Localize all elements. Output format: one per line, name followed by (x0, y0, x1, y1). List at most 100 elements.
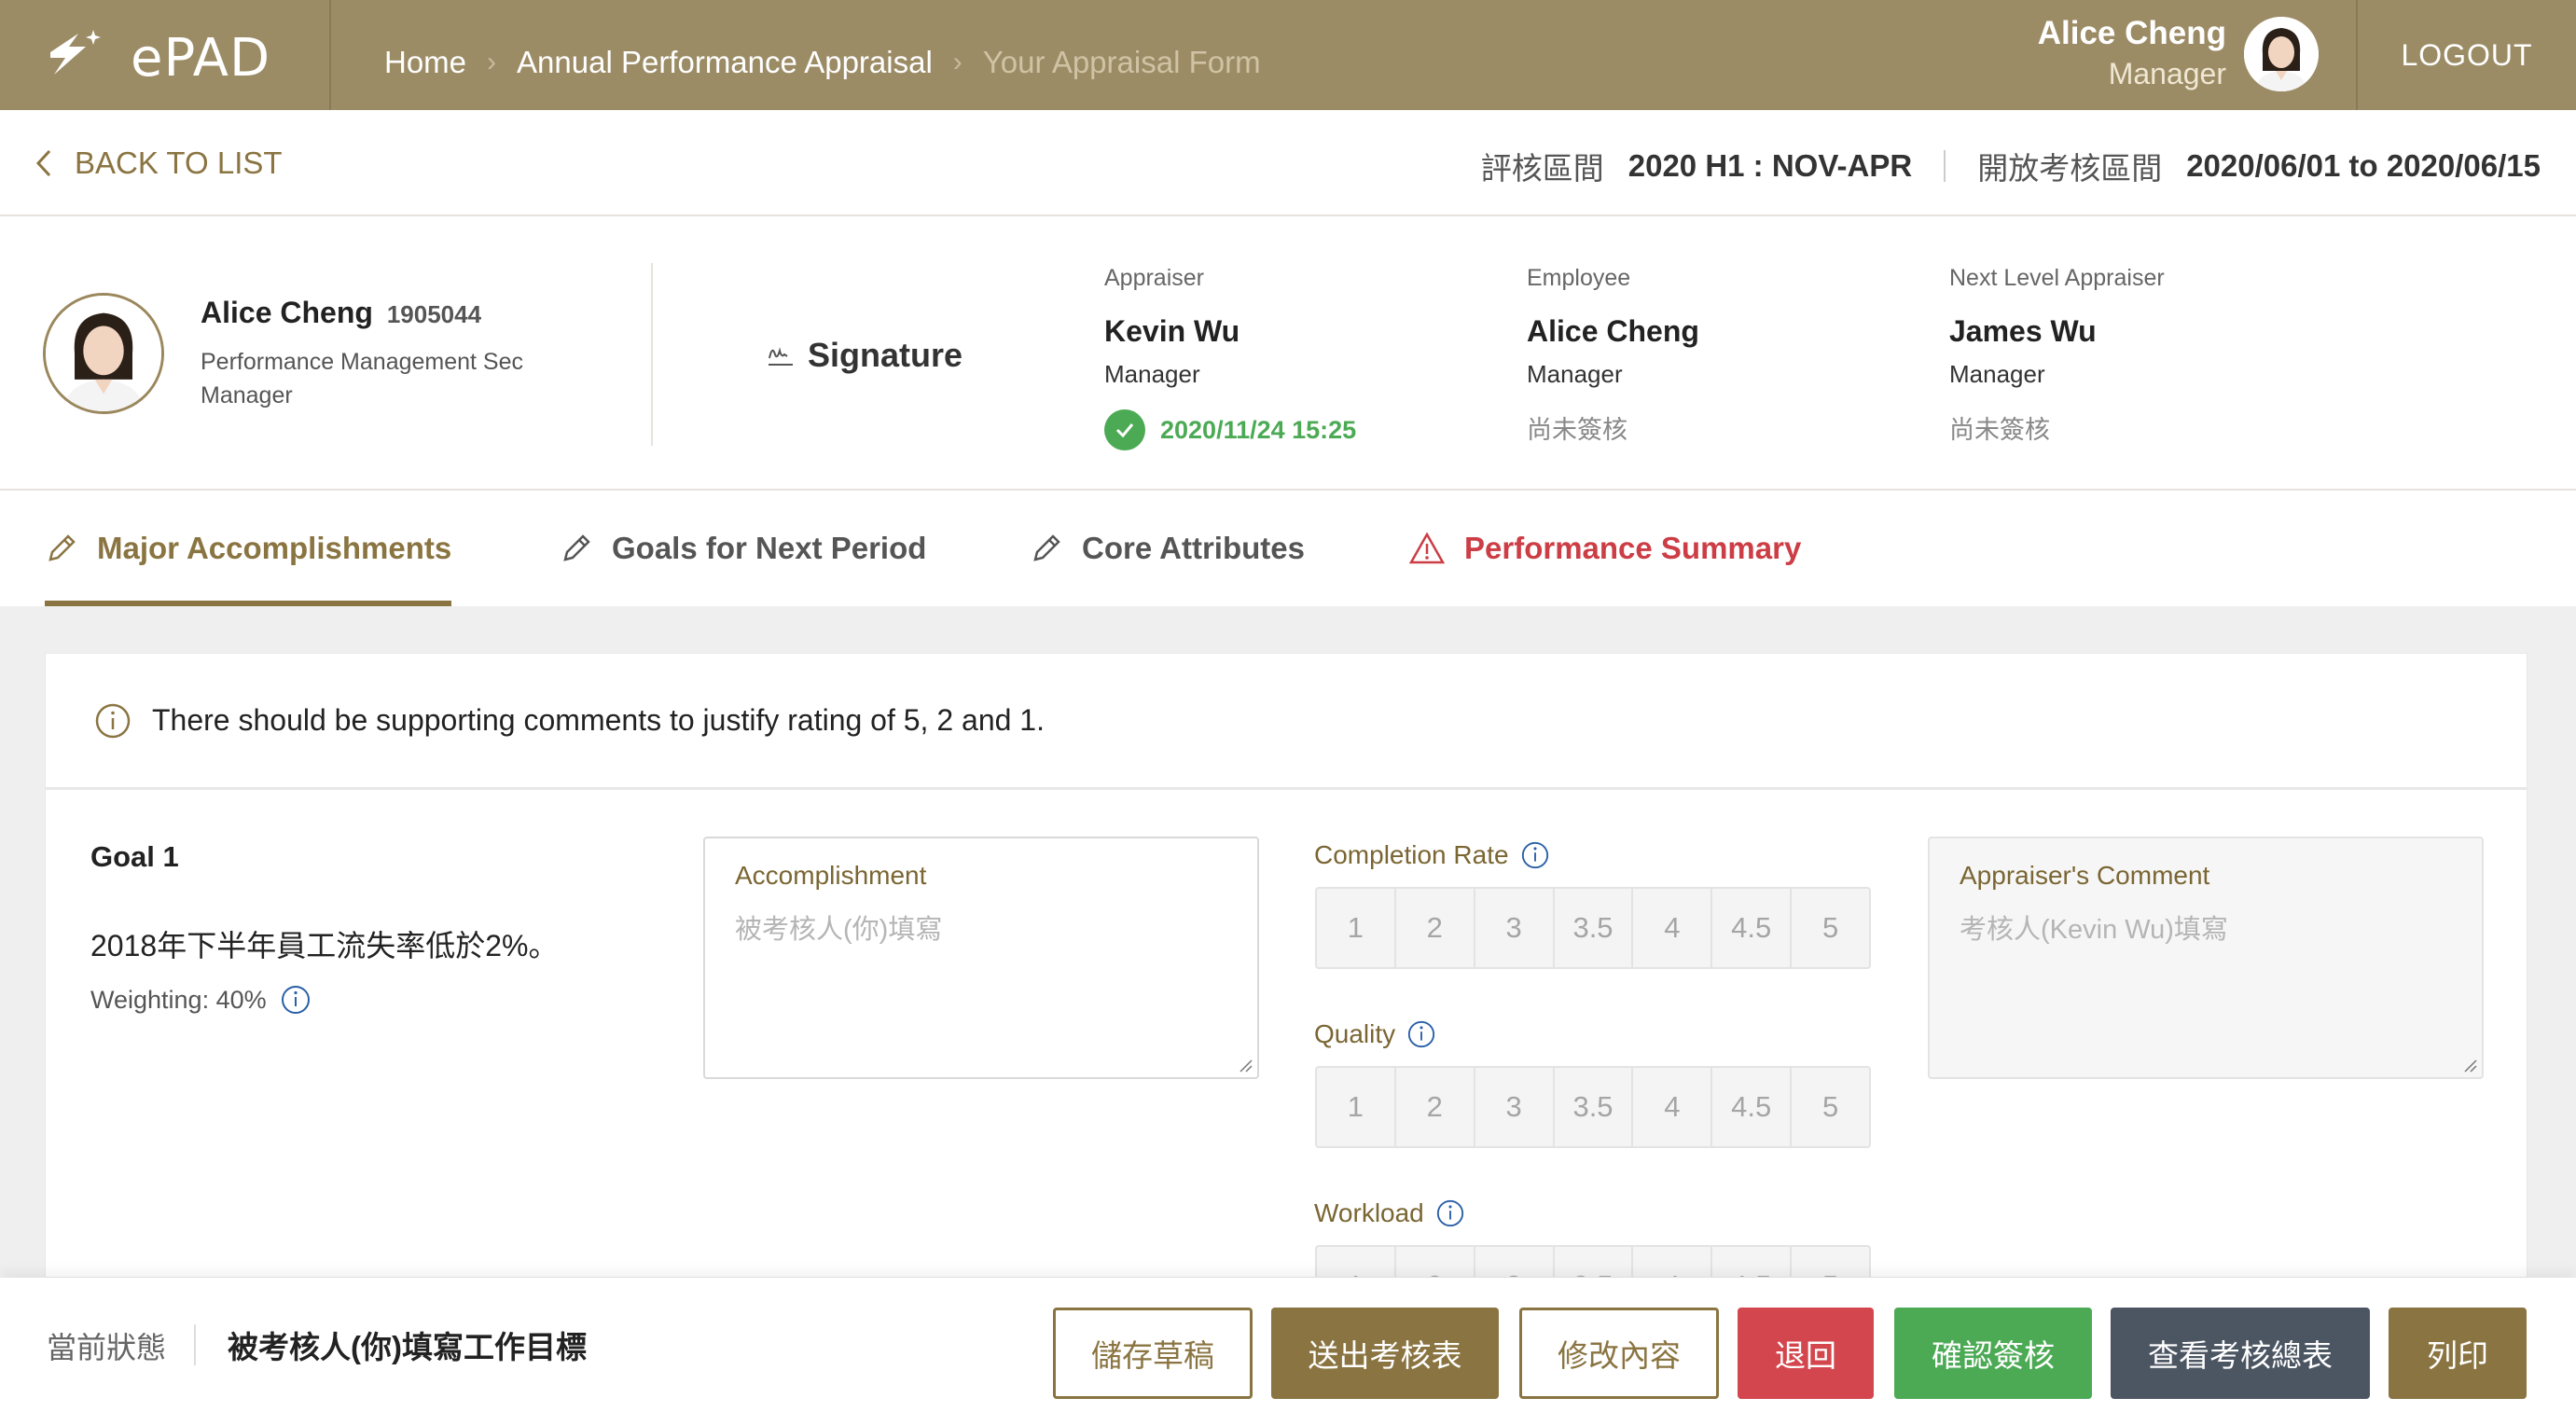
rating-option[interactable]: 4 (1633, 1068, 1713, 1146)
divider (651, 263, 653, 446)
pencil-icon (563, 534, 590, 561)
rating-option[interactable]: 4 (1633, 889, 1713, 967)
signer-role: Manager (1527, 360, 1623, 388)
signer-status: 2020/11/24 15:25 (1104, 409, 1496, 450)
rating-option[interactable]: 4.5 (1712, 889, 1793, 967)
save-draft-button[interactable]: 儲存草稿 (1053, 1308, 1253, 1399)
logo-text: ePAD (131, 28, 271, 89)
rating-label-text: Quality (1314, 1019, 1396, 1048)
edit-content-button[interactable]: 修改內容 (1519, 1308, 1719, 1399)
status-label: 當前狀態 (47, 1331, 167, 1364)
goal-card: There should be supporting comments to j… (45, 653, 2528, 1278)
profile-section: Alice Cheng 1905044 Performance Manageme… (0, 216, 2576, 491)
tab-major-accomplishments[interactable]: Major Accomplishments (45, 491, 452, 606)
employee-name: Alice Cheng (201, 296, 373, 329)
period-info: 評核區間 2020 H1 : NOV-APR 開放考核區間 2020/06/01… (1481, 144, 2541, 188)
accomplishment-label: Accomplishment (735, 861, 927, 890)
signer-name: Alice Cheng (1527, 314, 1699, 348)
rating-option[interactable]: 5 (1792, 889, 1869, 967)
user-avatar-icon (2244, 17, 2319, 91)
rating-option[interactable]: 5 (1792, 1068, 1869, 1146)
period-value: 2020 H1 : NOV-APR (1627, 148, 1913, 183)
rating-option[interactable]: 2 (1396, 889, 1475, 967)
signer-role: Manager (1949, 360, 2045, 388)
sub-header: BACK TO LIST 評核區間 2020 H1 : NOV-APR 開放考核… (0, 110, 2576, 216)
rating-option[interactable]: 1 (1317, 889, 1396, 967)
rating-option[interactable]: 2 (1396, 1068, 1475, 1146)
rating-option[interactable]: 5 (1792, 1247, 1869, 1277)
tab-performance-summary[interactable]: Performance Summary (1408, 491, 1801, 606)
view-summary-button[interactable]: 查看考核總表 (2111, 1308, 2370, 1399)
quality-selector: 1 2 3 3.5 4 4.5 5 (1315, 1066, 1871, 1148)
rating-option[interactable]: 1 (1317, 1068, 1396, 1146)
back-label: BACK TO LIST (75, 145, 283, 180)
rating-option[interactable]: 3.5 (1555, 889, 1634, 967)
breadcrumb: Home › Annual Performance Appraisal › Yo… (384, 45, 1261, 80)
info-icon[interactable] (1435, 1198, 1465, 1228)
divider (194, 1324, 196, 1365)
divider (1944, 150, 1946, 182)
user-info: Alice Cheng Manager (2038, 13, 2226, 93)
tab-label: Major Accomplishments (97, 531, 452, 565)
resize-handle-icon[interactable] (1237, 1057, 1253, 1073)
rating-option[interactable]: 3.5 (1555, 1068, 1634, 1146)
info-icon[interactable] (1520, 840, 1550, 870)
back-to-list-link[interactable]: BACK TO LIST (35, 145, 283, 181)
signature-heading: Signature (767, 336, 963, 375)
logo-bolt-icon (50, 30, 101, 75)
rating-option[interactable]: 4.5 (1712, 1068, 1793, 1146)
print-button[interactable]: 列印 (2389, 1308, 2527, 1399)
goal-title: Goal 1 (90, 840, 179, 873)
breadcrumb-home[interactable]: Home (384, 45, 466, 80)
tab-goals-next-period[interactable]: Goals for Next Period (560, 491, 926, 606)
notice-text: There should be supporting comments to j… (152, 703, 1045, 737)
rating-option[interactable]: 3 (1475, 889, 1555, 967)
epad-logo[interactable]: ePAD (0, 0, 331, 110)
info-icon (95, 703, 131, 738)
return-button[interactable]: 退回 (1738, 1308, 1874, 1399)
rating-option[interactable]: 2 (1396, 1247, 1475, 1277)
check-circle-icon (1104, 409, 1145, 450)
signer-role: Manager (1104, 360, 1200, 388)
rating-option[interactable]: 1 (1317, 1247, 1396, 1277)
rating-label-text: Completion Rate (1314, 840, 1509, 869)
pencil-icon (1033, 534, 1060, 561)
tab-label: Performance Summary (1464, 531, 1802, 565)
info-icon[interactable] (280, 984, 312, 1016)
signature-icon (769, 347, 793, 366)
logout-button[interactable]: LOGOUT (2356, 0, 2576, 110)
action-footer: 當前狀態 被考核人(你)填寫工作目標 儲存草稿 送出考核表 修改內容 退回 確認… (0, 1278, 2576, 1412)
accomplishment-placeholder: 被考核人(你)填寫 (735, 915, 943, 945)
confirm-sign-button[interactable]: 確認簽核 (1894, 1308, 2092, 1399)
submit-form-button[interactable]: 送出考核表 (1271, 1308, 1499, 1399)
signer-next-level: Next Level Appraiser James Wu Manager 尚未… (1949, 265, 2341, 446)
rating-option[interactable]: 3 (1475, 1247, 1555, 1277)
goal-weighting: Weighting: 40% (90, 984, 312, 1016)
accomplishment-textarea[interactable]: Accomplishment 被考核人(你)填寫 (703, 837, 1259, 1079)
signer-label: Next Level Appraiser (1949, 265, 2165, 291)
rating-option[interactable]: 3 (1475, 1068, 1555, 1146)
rating-option[interactable]: 3.5 (1555, 1247, 1634, 1277)
employee-id: 1905044 (386, 300, 482, 328)
rating-option[interactable]: 4.5 (1712, 1247, 1793, 1277)
chevron-left-icon (35, 149, 51, 177)
status-value: 被考核人(你)填寫工作目標 (228, 1330, 587, 1364)
tab-label: Goals for Next Period (612, 531, 927, 565)
resize-handle-icon[interactable] (2461, 1057, 2478, 1073)
rating-notice: There should be supporting comments to j… (46, 654, 2527, 790)
employee-avatar (43, 293, 164, 414)
breadcrumb-annual-appraisal[interactable]: Annual Performance Appraisal (517, 45, 933, 80)
signer-status: 尚未簽核 (1949, 416, 2050, 444)
employee-department: Performance Management Sec (201, 349, 524, 375)
appraiser-comment-textarea[interactable]: Appraiser's Comment 考核人(Kevin Wu)填寫 (1928, 837, 2484, 1079)
open-period-value: 2020/06/01 to 2020/06/15 (2186, 148, 2541, 183)
info-icon[interactable] (1406, 1019, 1436, 1049)
avatar[interactable] (2244, 17, 2319, 91)
tab-core-attributes[interactable]: Core Attributes (1030, 491, 1305, 606)
top-navigation-bar: ePAD Home › Annual Performance Appraisal… (0, 0, 2576, 110)
rating-option[interactable]: 4 (1633, 1247, 1713, 1277)
tab-label: Core Attributes (1082, 531, 1305, 565)
appraiser-comment-label: Appraiser's Comment (1960, 861, 2210, 890)
completion-rate-selector: 1 2 3 3.5 4 4.5 5 (1315, 887, 1871, 969)
appraiser-comment-placeholder: 考核人(Kevin Wu)填寫 (1960, 915, 2228, 945)
